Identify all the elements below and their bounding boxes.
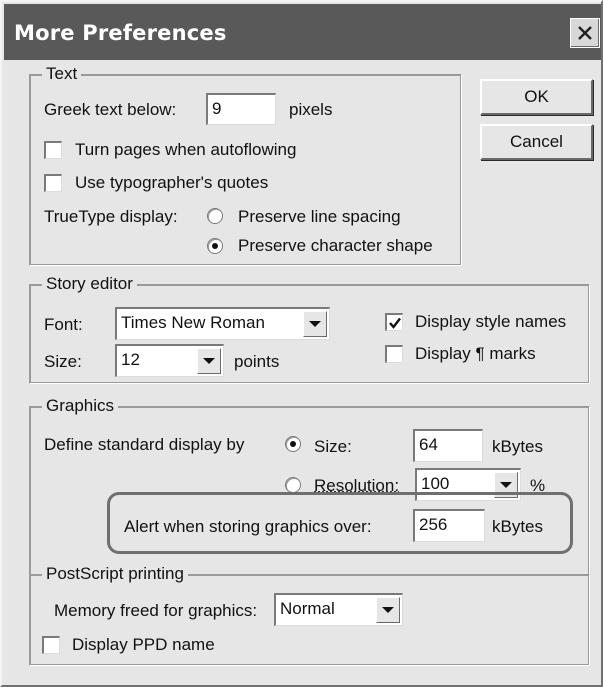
preserve-line-spacing-radio[interactable]: [207, 208, 223, 224]
checkmark-icon: [389, 317, 401, 329]
chevron-down-icon: [309, 321, 321, 327]
turn-pages-checkbox[interactable]: [44, 141, 62, 159]
display-ppd-name-label: Display PPD name: [72, 635, 215, 654]
font-select-value: Times New Roman: [121, 313, 265, 332]
display-ppd-name-checkbox[interactable]: [42, 636, 60, 654]
resolution-radio[interactable]: [285, 477, 301, 493]
memory-freed-select[interactable]: Normal: [274, 593, 403, 626]
typographers-quotes-label: Use typographer's quotes: [75, 173, 269, 192]
size-select[interactable]: 12: [115, 344, 224, 377]
chevron-down-icon: [500, 482, 512, 488]
greek-text-label: Greek text below:: [44, 100, 177, 119]
cancel-button[interactable]: Cancel: [480, 124, 593, 160]
alert-storing-unit: kBytes: [492, 517, 544, 536]
display-marks-checkbox[interactable]: [385, 345, 403, 363]
font-select[interactable]: Times New Roman: [115, 307, 330, 340]
define-display-label: Define standard display by: [44, 435, 245, 454]
text-group-title: Text: [42, 64, 82, 84]
dialog-title: More Preferences: [14, 21, 227, 45]
close-button[interactable]: [570, 18, 600, 48]
close-icon: [578, 26, 592, 40]
graphics-title: Graphics: [42, 396, 119, 416]
resolution-select-value: 100: [421, 474, 450, 493]
size-unit-label: points: [234, 352, 280, 371]
size-dropdown-button[interactable]: [197, 348, 221, 374]
graphics-size-unit: kBytes: [492, 437, 544, 456]
truetype-display-label: TrueType display:: [44, 207, 178, 226]
font-dropdown-button[interactable]: [303, 311, 327, 337]
greek-text-input[interactable]: 9: [206, 93, 276, 125]
display-style-names-checkbox[interactable]: [385, 313, 403, 331]
more-preferences-dialog: More Preferences OK Cancel Text Greek te…: [0, 0, 603, 687]
preserve-character-shape-radio[interactable]: [207, 238, 223, 254]
chevron-down-icon: [203, 358, 215, 364]
alert-storing-label: Alert when storing graphics over:: [124, 517, 372, 536]
greek-unit-label: pixels: [289, 100, 333, 119]
memory-freed-label: Memory freed for graphics:: [54, 601, 258, 620]
size-select-value: 12: [121, 350, 140, 369]
ok-button[interactable]: OK: [480, 79, 593, 115]
alert-storing-value: 256: [419, 515, 448, 534]
display-style-names-label: Display style names: [415, 312, 567, 331]
title-bar[interactable]: More Preferences: [4, 4, 601, 60]
size-label: Size:: [44, 352, 82, 371]
memory-freed-value: Normal: [280, 599, 335, 618]
size-radio-label: Size:: [314, 437, 352, 456]
story-editor-title: Story editor: [42, 274, 137, 294]
display-marks-label: Display ¶ marks: [415, 344, 536, 363]
cancel-button-label: Cancel: [510, 132, 563, 151]
graphics-size-value: 64: [419, 435, 438, 454]
ok-button-label: OK: [524, 87, 549, 106]
preserve-character-shape-label: Preserve character shape: [238, 236, 433, 255]
greek-text-value: 9: [212, 99, 222, 118]
font-label: Font:: [44, 315, 83, 334]
alert-storing-input[interactable]: 256: [413, 509, 485, 542]
chevron-down-icon: [382, 607, 394, 613]
turn-pages-label: Turn pages when autoflowing: [75, 140, 297, 159]
postscript-printing-title: PostScript printing: [42, 564, 188, 584]
graphics-size-input[interactable]: 64: [413, 429, 483, 462]
size-radio[interactable]: [285, 436, 301, 452]
typographers-quotes-checkbox[interactable]: [44, 174, 62, 192]
preserve-line-spacing-label: Preserve line spacing: [238, 207, 401, 226]
memory-dropdown-button[interactable]: [376, 597, 400, 623]
